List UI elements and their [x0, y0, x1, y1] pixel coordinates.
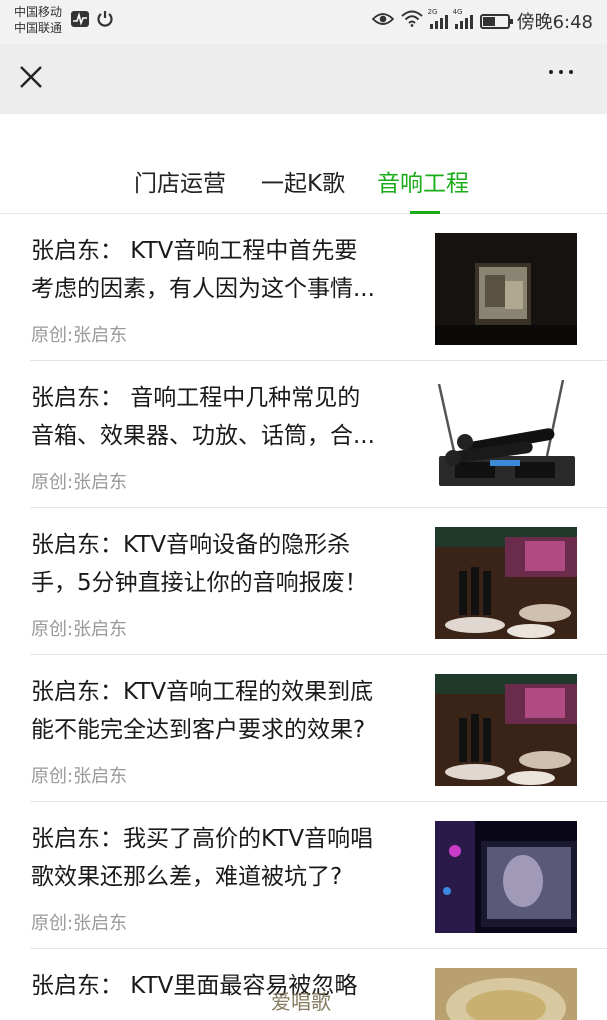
battery-icon	[479, 13, 513, 29]
article-title: 张启东： 音响工程中几种常见的 音箱、效果器、功放、话筒，合...	[31, 379, 416, 455]
article-title: 张启东：KTV音响设备的隐形杀 手，5分钟直接让你的音响报废！	[31, 526, 416, 602]
tab-sing-together[interactable]: 一起K歌	[261, 164, 345, 198]
carrier-1: 中国移动	[14, 5, 63, 19]
wifi-icon	[400, 10, 423, 32]
signal-4g-label: 4G	[452, 8, 463, 16]
article-title-line: 能不能完全达到客户要求的效果?	[31, 717, 366, 743]
article-thumbnail	[435, 674, 577, 786]
carrier-2: 中国联通	[14, 21, 63, 35]
article-thumbnail	[435, 380, 577, 492]
article-title: 张启东：我买了高价的KTV音响唱 歌效果还那么差，难道被坑了?	[31, 820, 416, 896]
article-thumbnail	[435, 527, 577, 639]
article-thumbnail	[435, 821, 577, 933]
article-item[interactable]: 张启东：KTV音响工程的效果到底 能不能完全达到客户要求的效果? 原创:张启东	[0, 655, 607, 802]
category-tabs: 门店运营 一起K歌 音响工程	[0, 114, 607, 214]
nav-bar	[0, 44, 607, 114]
status-time: 傍晚6:48	[516, 12, 593, 33]
article-title: 张启东： KTV里面最容易被忽略	[31, 967, 416, 1005]
article-source: 原创:张启东	[31, 619, 128, 640]
article-title: 张启东：KTV音响工程的效果到底 能不能完全达到客户要求的效果?	[31, 673, 416, 749]
article-title-line: 张启东：KTV音响工程的效果到底	[31, 679, 374, 705]
article-source: 原创:张启东	[31, 913, 128, 934]
tab-store-operations[interactable]: 门店运营	[134, 164, 226, 198]
power-icon	[96, 10, 114, 32]
article-title-line: 张启东： KTV里面最容易被忽略	[31, 973, 358, 999]
article-source: 原创:张启东	[31, 472, 128, 493]
article-title-line: 音箱、效果器、功放、话筒，合...	[31, 423, 375, 449]
more-icon	[549, 70, 553, 74]
close-icon	[20, 66, 42, 88]
signal-2g-icon: 2G	[428, 8, 448, 29]
article-title-line: 张启东：KTV音响设备的隐形杀	[31, 532, 351, 558]
article-title-line: 手，5分钟直接让你的音响报废！	[31, 570, 368, 596]
article-source: 原创:张启东	[31, 325, 128, 346]
activity-icon	[70, 10, 90, 32]
article-title-line: 考虑的因素，有人因为这个事情...	[31, 276, 375, 302]
article-title-line: 张启东： 音响工程中几种常见的	[31, 385, 361, 411]
article-title-line: 张启东： KTV音响工程中首先要	[31, 238, 358, 264]
tab-audio-engineering[interactable]: 音响工程	[377, 164, 469, 198]
status-bar: 中国移动 中国联通 2G 4G 傍晚6:48	[0, 0, 607, 44]
article-item[interactable]: 张启东： KTV音响工程中首先要 考虑的因素，有人因为这个事情... 原创:张启…	[0, 214, 607, 361]
signal-2g-label: 2G	[427, 8, 438, 16]
close-button[interactable]	[16, 62, 46, 92]
article-source: 原创:张启东	[31, 766, 128, 787]
eye-icon	[371, 11, 394, 32]
article-item[interactable]: 张启东：KTV音响设备的隐形杀 手，5分钟直接让你的音响报废！ 原创:张启东	[0, 508, 607, 655]
article-title-line: 张启东：我买了高价的KTV音响唱	[31, 826, 374, 852]
article-title-line: 歌效果还那么差，难道被坑了?	[31, 864, 343, 890]
signal-4g-icon: 4G	[453, 8, 473, 29]
article-thumbnail	[435, 233, 577, 345]
more-button[interactable]	[549, 70, 573, 74]
article-item[interactable]: 张启东： 音响工程中几种常见的 音箱、效果器、功放、话筒，合... 原创:张启东	[0, 361, 607, 508]
carrier-info: 中国移动 中国联通	[14, 4, 62, 36]
watermark: 爱唱歌	[271, 990, 331, 1014]
article-thumbnail	[435, 968, 577, 1020]
article-item[interactable]: 张启东：我买了高价的KTV音响唱 歌效果还那么差，难道被坑了? 原创:张启东	[0, 802, 607, 949]
article-title: 张启东： KTV音响工程中首先要 考虑的因素，有人因为这个事情...	[31, 232, 416, 308]
